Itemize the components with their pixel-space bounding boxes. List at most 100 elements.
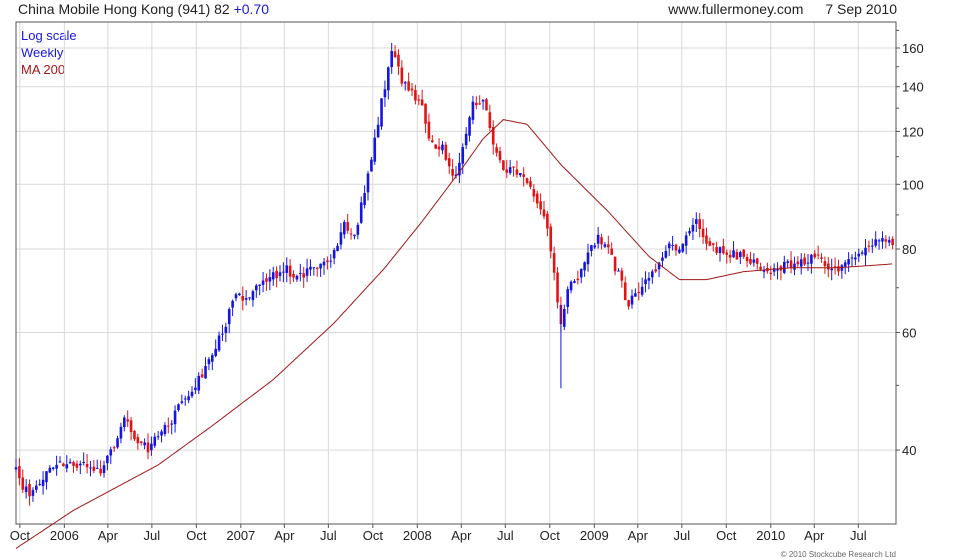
candle-body-up [211,355,214,362]
candle-body-up [65,464,69,469]
candle-body-up [183,398,187,400]
candle-body-down [431,140,434,142]
candle-body-up [329,260,333,262]
candle-body-up [830,268,833,271]
candle-body-down [72,462,75,466]
candle-body-down [475,102,478,106]
candle-body-up [359,202,363,223]
candle-body-up [332,250,336,259]
candlestick-chart: 40 60 80 100 120 140 160 Oct 2006 Apr Jul Oct 2007 A… [10,21,924,549]
candle-body-up [583,262,586,271]
candle-body-down [796,261,800,265]
candle-body-down [515,169,519,175]
candle-body-up [285,265,289,273]
candle-body-down [315,267,319,269]
candle-body-up [356,224,360,235]
candle-body-up [258,284,261,286]
candle-body-up [566,289,569,308]
candle-body-up [850,257,854,259]
candle-body-up [810,254,813,264]
candle-body-down [529,181,532,187]
y-tick-label: 80 [902,242,916,257]
candle-body-down [495,147,498,153]
candle-body-down [827,263,830,270]
candle-body-up [847,259,850,265]
candle-body-up [799,259,803,267]
candle-body-down [99,468,102,474]
candle-body-up [248,297,251,299]
candle-body-down [133,430,136,440]
x-tick-label: Jul [320,528,337,543]
candle-body-down [813,253,817,258]
candle-body-up [370,159,373,172]
candle-body-down [715,247,718,253]
candle-body-up [383,89,387,98]
candle-body-down [725,252,729,255]
candle-body-up [336,245,339,251]
candle-body-up [95,468,99,470]
x-tick-label: Apr [628,528,649,543]
candle-body-down [28,483,31,497]
candle-body-up [684,235,688,246]
candle-body-up [58,461,62,463]
candle-body-up [573,281,576,283]
candle-body-up [244,298,248,300]
candle-body-up [119,426,123,439]
candle-body-up [190,391,194,397]
x-axis: Oct 2006 Apr Jul Oct 2007 Apr Jul Oct 2008 Apr Jul O… [10,524,867,543]
candle-body-up [579,268,583,278]
candle-body-up [271,272,275,280]
candle-body-up [468,117,471,136]
candle-body-down [535,193,539,204]
candle-body-down [302,273,305,278]
candle-body-up [390,50,393,68]
candle-body-down [346,222,349,231]
candle-body-up [664,251,668,258]
candle-body-up [227,309,231,325]
candle-body-up [79,463,82,466]
candle-body-down [437,146,441,150]
candle-body-up [786,261,789,263]
candle-body-up [403,82,407,84]
candle-body-up [153,436,157,446]
candle-body-down [698,219,701,230]
candle-body-up [45,471,48,483]
candle-body-up [752,259,756,263]
candle-body-up [123,417,126,428]
candle-body-up [224,326,228,334]
candle-body-up [843,262,847,267]
candle-body-down [607,244,610,248]
candle-body-up [644,279,647,285]
candle-body-down [654,269,657,272]
candle-body-up [322,261,326,266]
candle-body-up [718,247,722,253]
candle-body-down [241,296,245,301]
candle-body-up [739,252,742,258]
candle-body-down [451,169,454,176]
candle-body-up [373,137,377,162]
y-axis: 40 60 80 100 120 140 160 [896,29,924,458]
candle-body-down [711,243,715,245]
candle-body-down [769,272,773,274]
candle-body-down [444,144,448,160]
candle-body-up [596,234,600,244]
y-tick-label: 140 [902,80,924,95]
candle-body-up [251,291,255,301]
candle-body-down [637,291,641,293]
candle-body-up [569,281,573,291]
candle-body-up [563,308,566,327]
candle-body-down [349,233,353,235]
candle-body-up [31,490,35,496]
candle-body-up [150,443,153,451]
candle-body-up [671,245,674,247]
candle-body-up [299,272,302,274]
candle-body-down [393,51,397,58]
x-tick-label: 2006 [50,528,79,543]
y-tick-label: 160 [902,41,924,56]
candle-body-down [627,300,630,307]
candle-body-up [353,234,356,237]
x-tick-label: Jul [497,528,514,543]
candle-body-up [590,245,593,252]
candle-body-down [420,99,424,106]
candle-body-up [295,275,299,280]
